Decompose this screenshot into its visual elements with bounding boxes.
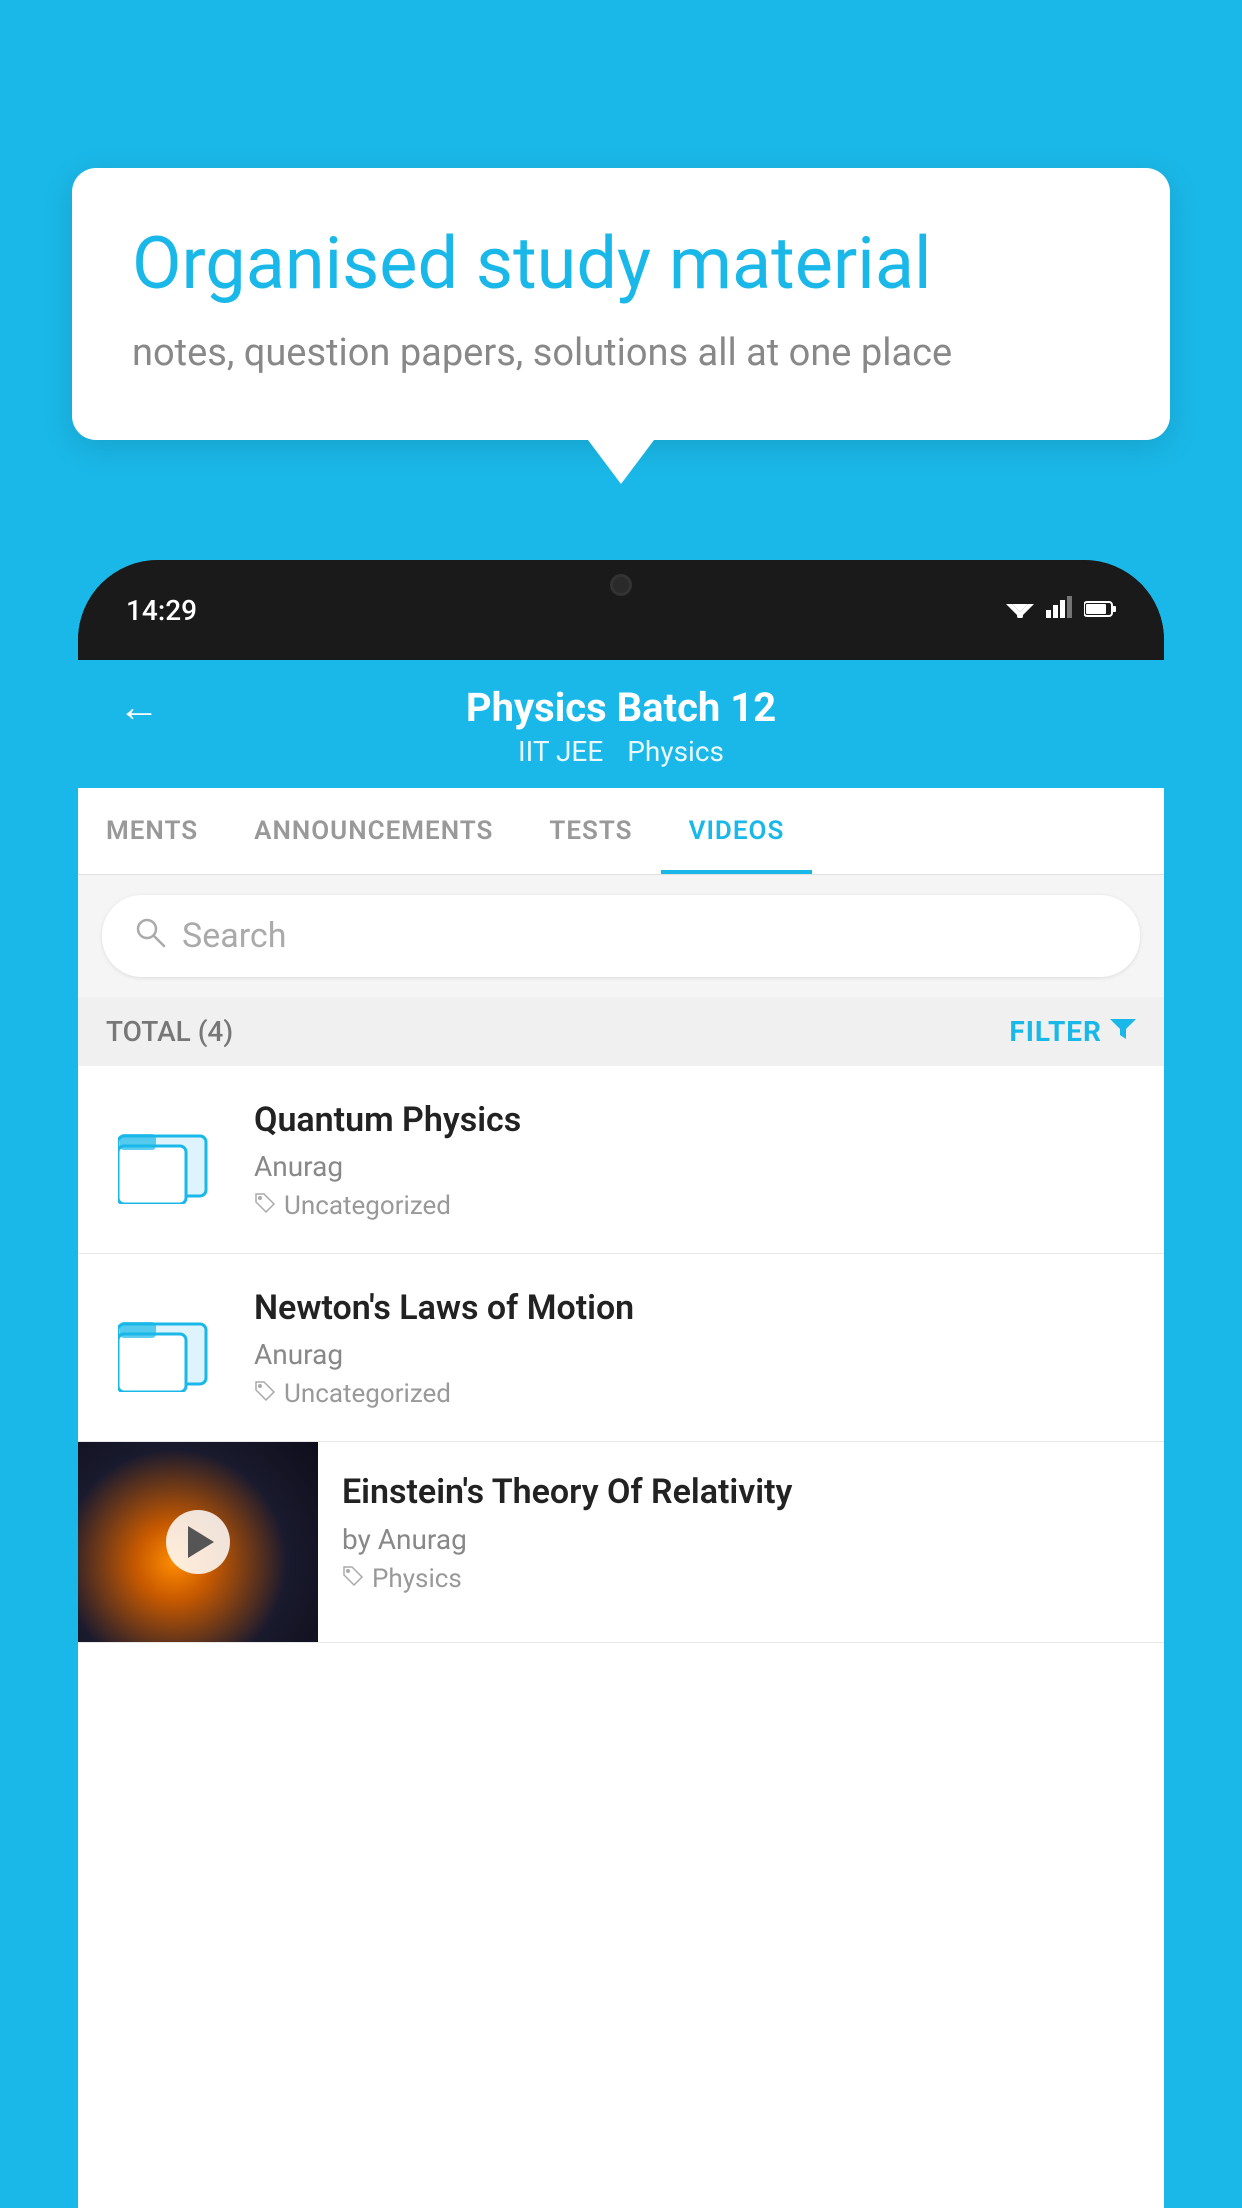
screen-title: Physics Batch 12 [466,684,776,731]
tab-announcements[interactable]: ANNOUNCEMENTS [226,788,521,874]
list-item[interactable]: Einstein's Theory Of Relativity by Anura… [78,1442,1164,1643]
search-placeholder: Search [182,916,286,956]
video-title: Newton's Laws of Motion [254,1286,1136,1330]
search-bar[interactable]: Search [102,895,1140,977]
subtitle-iitjee: IIT JEE [518,735,603,768]
video-info-3: Einstein's Theory Of Relativity by Anura… [318,1442,1164,1621]
list-item[interactable]: Newton's Laws of Motion Anurag Uncategor… [78,1254,1164,1442]
video-title: Quantum Physics [254,1098,1136,1142]
video-title: Einstein's Theory Of Relativity [342,1470,1140,1514]
battery-icon [1084,595,1116,625]
video-thumbnail-2 [106,1300,226,1396]
video-info-2: Newton's Laws of Motion Anurag Uncategor… [254,1286,1136,1409]
tag-label: Uncategorized [284,1379,451,1409]
video-tag: Uncategorized [254,1379,1136,1409]
video-info-1: Quantum Physics Anurag Uncategorized [254,1098,1136,1221]
search-container: Search [78,875,1164,997]
tab-ments[interactable]: MENTS [78,788,226,874]
status-bar: 14:29 [78,560,1164,660]
play-triangle [188,1526,214,1558]
tabs-bar: MENTS ANNOUNCEMENTS TESTS VIDEOS [78,788,1164,875]
signal-icon [1046,595,1072,625]
tab-videos[interactable]: VIDEOS [661,788,813,874]
video-list: Quantum Physics Anurag Uncategorized [78,1066,1164,1643]
video-thumbnail-1 [106,1112,226,1208]
filter-row: TOTAL (4) FILTER [78,997,1164,1066]
tag-label: Uncategorized [284,1191,451,1221]
filter-label: FILTER [1009,1015,1102,1048]
back-button[interactable]: ← [118,683,160,732]
filter-icon [1110,1015,1136,1048]
header-subtitle: IIT JEE Physics [518,735,724,768]
status-time: 14:29 [126,594,197,627]
tag-icon [342,1564,364,1594]
wifi-icon [1006,595,1034,625]
speech-bubble-subtext: notes, question papers, solutions all at… [132,327,1110,380]
tag-label: Physics [372,1564,462,1594]
play-button[interactable] [166,1510,230,1574]
video-author: Anurag [254,1338,1136,1371]
video-tag: Physics [342,1564,1140,1594]
phone-screen: ← Physics Batch 12 IIT JEE Physics MENTS… [78,660,1164,2208]
filter-button[interactable]: FILTER [1009,1015,1136,1048]
notch [541,560,701,610]
tab-tests[interactable]: TESTS [521,788,660,874]
total-count: TOTAL (4) [106,1015,233,1048]
status-icons [1006,595,1116,625]
speech-bubble: Organised study material notes, question… [72,168,1170,440]
video-author: by Anurag [342,1523,1140,1556]
video-thumbnail-3 [78,1442,318,1642]
app-header: ← Physics Batch 12 IIT JEE Physics [78,660,1164,788]
video-tag: Uncategorized [254,1191,1136,1221]
speech-bubble-heading: Organised study material [132,224,1110,303]
list-item[interactable]: Quantum Physics Anurag Uncategorized [78,1066,1164,1254]
tag-icon [254,1191,276,1221]
front-camera [610,574,632,596]
phone-frame: 14:29 [78,560,1164,2208]
subtitle-physics: Physics [627,735,724,768]
tag-icon [254,1379,276,1409]
video-author: Anurag [254,1150,1136,1183]
search-icon [134,915,166,957]
